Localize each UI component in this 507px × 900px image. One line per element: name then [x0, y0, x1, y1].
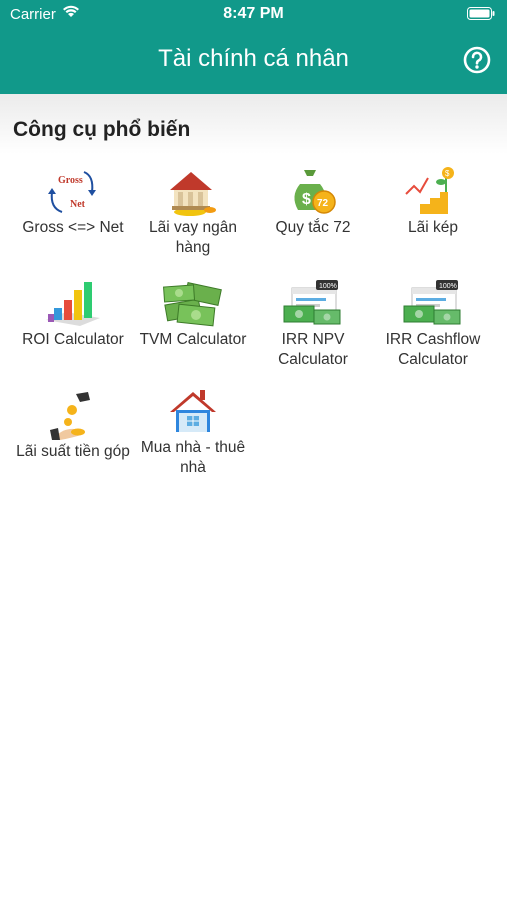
app-header: Carrier 8:47 PM Tài chính cá nhân — [0, 0, 507, 94]
house-icon — [170, 390, 216, 432]
section-title: Công cụ phổ biến — [13, 118, 191, 141]
tool-compound-interest[interactable]: $ Lãi kép — [373, 166, 493, 238]
tool-label: Mua nhà - thuê nhà — [140, 439, 246, 476]
tool-installment-rate[interactable]: Lãi suất tiền góp — [13, 390, 133, 462]
tool-label: Lãi suất tiền góp — [16, 443, 130, 460]
status-time: 8:47 PM — [223, 5, 284, 22]
svg-text:100%: 100% — [439, 283, 457, 290]
bank-icon — [170, 172, 216, 216]
battery-icon — [467, 7, 495, 20]
tool-label: Quy tắc 72 — [275, 219, 351, 236]
compound-growth-icon: $ — [405, 167, 454, 214]
cash-stack-icon — [163, 282, 222, 327]
tool-label: Lãi kép — [408, 219, 458, 236]
svg-text:$: $ — [445, 169, 450, 178]
tool-gross-net[interactable]: Gross Net Gross <=> Net — [13, 166, 133, 238]
page-title: Tài chính cá nhân — [158, 45, 349, 72]
svg-text:Net: Net — [70, 199, 86, 210]
tool-irr-cashflow[interactable]: 100% IRR Cashflow Calculator — [373, 278, 493, 370]
help-circle-icon[interactable] — [463, 46, 491, 74]
coin-hand-icon — [50, 392, 90, 440]
tool-label: IRR Cashflow Calculator — [385, 331, 481, 368]
tool-bank-loan[interactable]: Lãi vay ngân hàng — [133, 166, 253, 258]
cash-percent-icon: 100% — [403, 280, 461, 325]
tool-label: Lãi vay ngân hàng — [149, 219, 237, 256]
tool-label: TVM Calculator — [139, 331, 247, 348]
tool-roi[interactable]: ROI Calculator — [13, 278, 133, 350]
tool-tvm[interactable]: TVM Calculator — [133, 278, 253, 350]
svg-text:Gross: Gross — [58, 175, 83, 186]
tool-buy-rent-house[interactable]: Mua nhà - thuê nhà — [133, 386, 253, 478]
svg-text:100%: 100% — [319, 283, 337, 290]
money-bag-icon: $ 72 — [294, 170, 336, 214]
tool-irr-npv[interactable]: 100% IRR NPV Calculator — [253, 278, 373, 370]
tool-rule-72[interactable]: $ 72 Quy tắc 72 — [253, 166, 373, 238]
status-bar: Carrier 8:47 PM — [0, 0, 507, 30]
tool-label: IRR NPV Calculator — [278, 331, 348, 368]
svg-text:$: $ — [302, 191, 311, 208]
bar-chart-icon — [46, 282, 100, 326]
tool-label: Gross <=> Net — [22, 219, 124, 236]
svg-text:72: 72 — [317, 198, 329, 209]
gross-net-icon: Gross Net — [48, 171, 96, 213]
cash-percent-icon: 100% — [283, 280, 341, 325]
tool-label: ROI Calculator — [22, 331, 124, 348]
